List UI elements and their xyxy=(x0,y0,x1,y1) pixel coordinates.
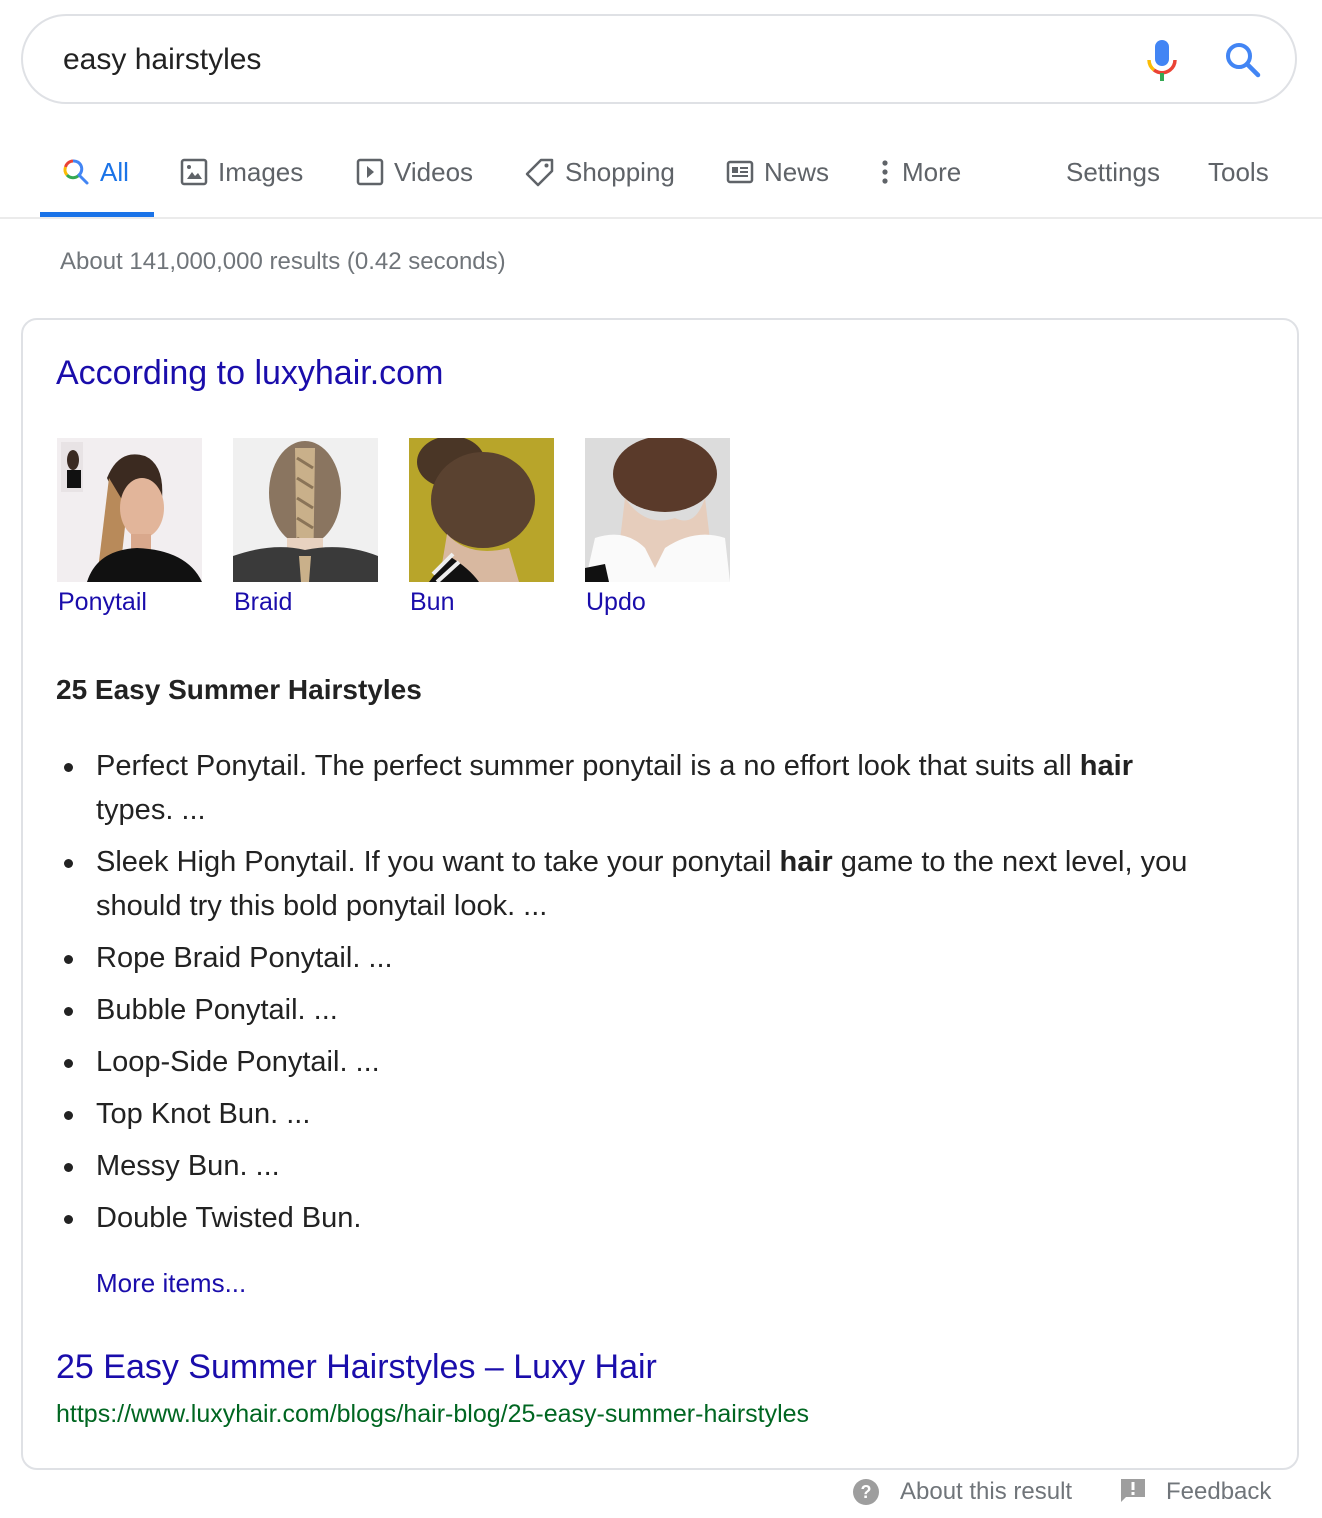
tab-label: More xyxy=(902,156,962,187)
thumbnail-image xyxy=(409,438,554,582)
thumbnail-bun[interactable]: Bun xyxy=(409,438,554,616)
help-icon: ? xyxy=(853,1479,879,1505)
list-item: Double Twisted Bun. xyxy=(56,1196,1206,1240)
play-icon xyxy=(356,158,384,186)
list-item: Sleek High Ponytail. If you want to take… xyxy=(56,840,1206,928)
thumbnail-label: Braid xyxy=(234,588,293,616)
list-item: Bubble Ponytail. ... xyxy=(56,988,1206,1032)
search-bar xyxy=(21,14,1297,104)
feedback-icon xyxy=(1121,1479,1145,1502)
list-item: Top Knot Bun. ... xyxy=(56,1092,1206,1136)
snippet-title: 25 Easy Summer Hairstyles xyxy=(56,674,422,705)
settings-link[interactable]: Settings xyxy=(1066,152,1160,192)
tab-images[interactable]: Images xyxy=(180,152,303,192)
more-items-link[interactable]: More items... xyxy=(96,1268,246,1299)
thumbnail-label: Bun xyxy=(410,588,455,616)
image-icon xyxy=(180,158,208,186)
vertical-dots-icon xyxy=(882,160,888,184)
about-label: About this result xyxy=(900,1478,1073,1505)
list-item: Messy Bun. ... xyxy=(56,1144,1206,1188)
about-this-result-link[interactable]: ? About this result xyxy=(852,1478,1072,1506)
tools-label: Tools xyxy=(1208,156,1269,187)
tab-videos[interactable]: Videos xyxy=(356,152,473,192)
microphone-icon[interactable] xyxy=(1145,40,1179,84)
tab-shopping[interactable]: Shopping xyxy=(525,152,675,192)
tab-label: Videos xyxy=(394,156,474,187)
list-item: Rope Braid Ponytail. ... xyxy=(56,936,1206,980)
tab-label: All xyxy=(100,156,129,187)
search-icon[interactable] xyxy=(1223,40,1263,80)
tabs-divider xyxy=(0,217,1322,219)
result-url: https://www.luxyhair.com/blogs/hair-blog… xyxy=(56,1400,810,1428)
settings-label: Settings xyxy=(1066,156,1160,187)
newspaper-icon xyxy=(726,160,754,184)
tools-link[interactable]: Tools xyxy=(1208,152,1269,192)
thumbnail-image xyxy=(57,438,202,582)
thumbnail-image xyxy=(233,438,378,582)
feedback-link[interactable]: Feedback xyxy=(1120,1478,1271,1506)
tab-label: Images xyxy=(218,156,304,187)
tab-news[interactable]: News xyxy=(726,152,829,192)
list-item: Loop-Side Ponytail. ... xyxy=(56,1040,1206,1084)
search-tabs: All Images Videos Shopping News More Set… xyxy=(0,140,1322,218)
result-stats: About 141,000,000 results (0.42 seconds) xyxy=(60,248,506,275)
tab-label: News xyxy=(764,156,830,187)
featured-snippet-card: According to luxyhair.com Ponytail Braid… xyxy=(21,318,1299,1470)
tab-label: Shopping xyxy=(565,156,675,187)
tag-icon xyxy=(525,158,554,187)
thumbnail-updo[interactable]: Updo xyxy=(585,438,730,616)
result-title-link[interactable]: 25 Easy Summer Hairstyles – Luxy Hair xyxy=(56,1348,657,1387)
thumbnail-braid[interactable]: Braid xyxy=(233,438,378,616)
search-multicolor-icon xyxy=(63,159,89,185)
tab-all[interactable]: All xyxy=(62,152,129,192)
list-item: Perfect Ponytail. The perfect summer pon… xyxy=(56,744,1206,832)
search-input[interactable] xyxy=(63,36,1063,84)
feedback-label: Feedback xyxy=(1166,1478,1272,1505)
svg-text:?: ? xyxy=(861,1482,872,1502)
thumbnail-label: Updo xyxy=(586,588,646,616)
thumbnail-label: Ponytail xyxy=(58,588,147,616)
tab-more[interactable]: More xyxy=(878,152,961,192)
thumbnail-image xyxy=(585,438,730,582)
according-to-link[interactable]: According to luxyhair.com xyxy=(56,354,443,393)
thumbnail-ponytail[interactable]: Ponytail xyxy=(57,438,202,616)
snippet-list: Perfect Ponytail. The perfect summer pon… xyxy=(56,744,1206,1248)
